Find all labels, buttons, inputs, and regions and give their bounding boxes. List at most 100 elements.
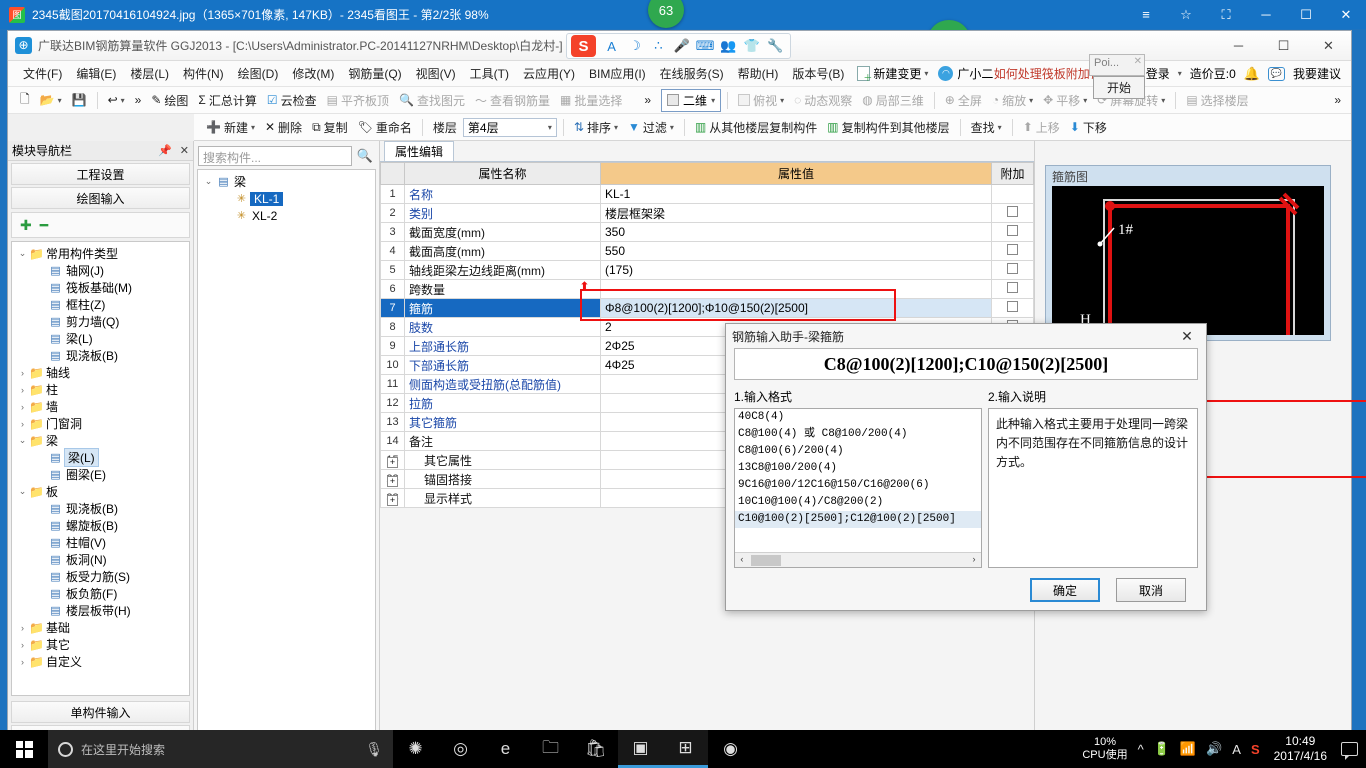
viewer-close-button[interactable]: ✕ [1326,0,1366,29]
wifi-icon[interactable]: 📶 [1180,741,1196,757]
bell-icon[interactable]: 🔔 [1244,66,1260,82]
menu-item-bim[interactable]: BIM应用(I) [582,62,653,85]
viewer-favorite-button[interactable]: ☆ [1166,0,1206,29]
microphone-icon[interactable]: 🎙 [365,741,383,758]
chevron-right-icon[interactable]: › [16,402,29,412]
chevron-right-icon[interactable]: › [16,385,29,395]
scrollbar-thumb[interactable] [751,554,781,566]
chevron-right-icon[interactable]: › [16,623,29,633]
filter-button[interactable]: ▼ 过滤 ▾ [624,117,678,138]
component-tree-item[interactable]: ⌄ ▤ 梁 [198,173,375,190]
menu-item-component[interactable]: 构件(N) [176,62,231,85]
feedback-button[interactable]: 我要建议 [1293,65,1341,82]
format-list-item[interactable]: C10@100(2)[2500];C12@100(2)[2500] [735,511,981,528]
windows-start-icon[interactable] [0,730,48,768]
component-tree-item[interactable]: ✳ KL-1 [198,190,375,207]
attach-checkbox[interactable] [1007,282,1018,293]
sort-button[interactable]: ⇅ 排序 ▾ [570,117,622,138]
new-component-button[interactable]: ➕ 新建 ▾ [202,117,259,138]
expand-icon[interactable]: + [387,475,398,487]
ime-voice-icon[interactable]: 🎤 [671,35,692,57]
store-icon[interactable]: 🛍 [573,730,618,768]
menu-item-version[interactable]: 版本号(B) [785,62,851,85]
module-tree-item[interactable]: ▤ 轴网(J) [12,262,189,279]
toolbar-overflow-3[interactable]: » [1330,91,1345,109]
green-app-icon[interactable]: ◉ [708,730,753,768]
chevron-down-icon[interactable]: ⌄ [16,435,29,446]
volume-icon[interactable]: 🔊 [1206,741,1222,757]
module-tree-item[interactable]: ▤ 板负筋(F) [12,585,189,602]
attach-checkbox[interactable] [1007,244,1018,255]
viewer-fullscreen-button[interactable]: ⛶ [1206,0,1246,29]
property-value-cell[interactable]: Φ8@100(2)[1200];Φ10@150(2)[2500] [600,298,992,318]
sogou-logo-icon[interactable]: S [571,35,596,57]
sogou-ime-toolbar[interactable]: S A ☽ ∴ 🎤 ⌨ 👥 👕 🔧 [566,33,791,59]
cloud-check-button[interactable]: ☑ 云检查 [263,90,321,111]
table-row[interactable]: 7 箍筋 Φ8@100(2)[1200];Φ10@150(2)[2500] [380,298,1034,318]
attach-checkbox[interactable] [1007,301,1018,312]
add-icon[interactable]: ✚ [20,217,32,234]
poi-start-button[interactable]: 开始 [1093,76,1145,99]
menu-item-help[interactable]: 帮助(H) [731,62,786,85]
toolbar-overflow-2[interactable]: » [640,91,655,109]
app-minimize-button[interactable]: ─ [1216,31,1261,60]
table-row[interactable]: 4 截面高度(mm) 550 [380,241,1034,261]
ime-moon-icon[interactable]: ☽ [624,35,645,57]
property-value-cell[interactable]: 550 [600,241,992,261]
module-tree-item[interactable]: ▤ 框柱(Z) [12,296,189,313]
module-tree-item[interactable]: › 📁 墙 [12,398,189,415]
chevron-right-icon[interactable]: › [16,657,29,667]
image-viewer-icon[interactable]: ▣ [618,730,663,768]
module-tree-item[interactable]: ▤ 梁(L) [12,448,189,467]
table-row[interactable]: 1 名称 KL-1 [380,184,1034,204]
expand-icon[interactable]: + [387,494,398,506]
project-settings-button[interactable]: 工程设置 [11,163,190,185]
format-list-item[interactable]: C8@100(6)/200(4) [735,443,981,460]
module-tree-item[interactable]: ▤ 板受力筋(S) [12,568,189,585]
file-explorer-icon[interactable]: 🗀 [528,730,573,768]
format-list-item[interactable]: C8@100(4) 或 C8@100/200(4) [735,426,981,443]
menu-item-rebar-qty[interactable]: 钢筋量(Q) [341,62,408,85]
chevron-right-icon[interactable]: › [16,368,29,378]
save-button[interactable]: 💾 [68,91,91,109]
chevron-up-icon[interactable]: ^ [1138,742,1144,757]
new-file-button[interactable]: 🗋 [16,88,34,113]
property-value-cell[interactable]: KL-1 [600,184,992,204]
module-tree-item[interactable]: ▤ 剪力墙(Q) [12,313,189,330]
property-value-cell[interactable]: 350 [600,222,992,242]
taskbar-clock[interactable]: 10:49 2017/4/16 [1270,734,1331,764]
format-list-item[interactable]: 40C8(4) [735,409,981,426]
sogou-pinyin-icon[interactable]: ✺ [393,730,438,768]
module-tree-item[interactable]: ▤ 梁(L) [12,330,189,347]
notification-icon[interactable] [1341,742,1358,760]
floor-select[interactable]: 第4层 ▾ [462,117,557,137]
cancel-button[interactable]: 取消 [1116,578,1186,602]
module-tree-item[interactable]: › 📁 柱 [12,381,189,398]
search-icon[interactable]: 🔍 [355,146,375,166]
assistant-button[interactable]: 广小二 [938,65,993,82]
ime-keyboard-icon[interactable]: ⌨ [694,35,715,57]
ime-punctuation-icon[interactable]: ∴ [648,35,669,57]
taskbar-search-box[interactable]: 在这里开始搜索 🎙 [48,730,393,768]
close-icon[interactable]: ✕ [180,144,189,157]
ggj-app-icon[interactable]: ⊞ [663,730,708,768]
rename-component-button[interactable]: 🏷 重命名 [354,117,416,138]
view-mode-combo[interactable]: 二维 ▾ [661,88,722,112]
edge-browser-icon[interactable]: e [483,730,528,768]
table-row[interactable]: 5 轴线距梁左边线距离(mm) (175) [380,260,1034,280]
ime-user-icon[interactable]: 👥 [718,35,739,57]
spiral-app-icon[interactable]: ◎ [438,730,483,768]
find-button[interactable]: 查找 ▾ [967,117,1006,138]
module-tree-item[interactable]: ▤ 楼层板带(H) [12,602,189,619]
module-tree-item[interactable]: ⌄ 📁 板 [12,483,189,500]
attach-checkbox[interactable] [1007,263,1018,274]
ime-mode-icon[interactable]: A [1232,742,1241,757]
copy-component-button[interactable]: ⧉ 复制 [308,117,352,138]
chevron-right-icon[interactable]: › [16,640,29,650]
table-row[interactable]: 2 类别 楼层框架梁 [380,203,1034,223]
toolbar-overflow-1[interactable]: » [131,91,146,109]
component-tree-item[interactable]: ✳ XL-2 [198,207,375,224]
menu-item-edit[interactable]: 编辑(E) [69,62,123,85]
expand-icon[interactable]: + [387,456,398,468]
attach-checkbox[interactable] [1007,206,1018,217]
